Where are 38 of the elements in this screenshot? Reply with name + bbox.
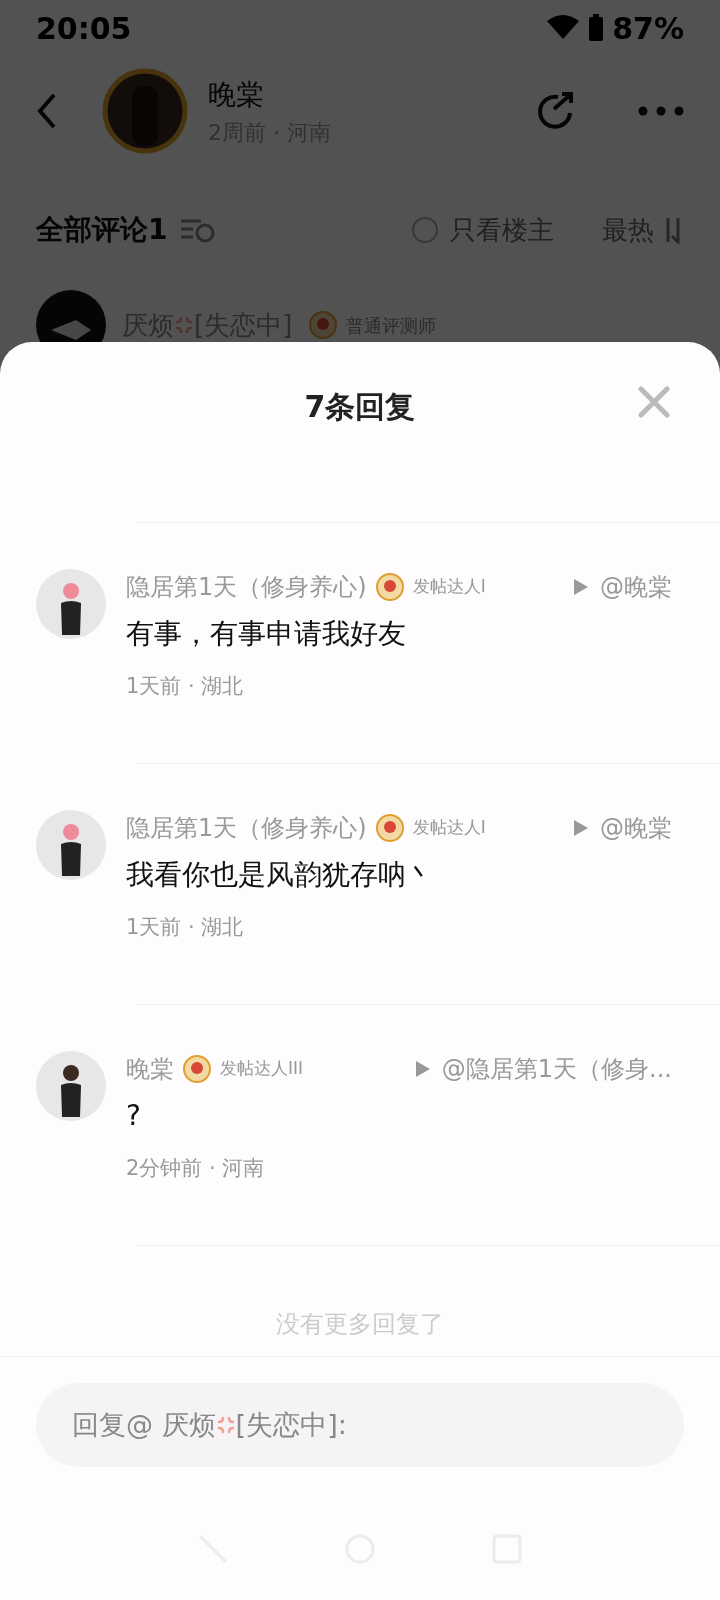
sheet-title: 7条回复 xyxy=(304,387,416,426)
comments-title: 全部评论1 xyxy=(36,212,168,248)
reply-text: ? xyxy=(126,1098,142,1134)
wifi-icon xyxy=(546,15,581,41)
play-icon xyxy=(415,1061,430,1077)
badge-icon xyxy=(182,1054,212,1084)
author-name: 晚棠 xyxy=(208,76,265,113)
user-title: 发帖达人I xyxy=(412,816,486,840)
reply-target[interactable]: @隐居第1天（修身... xyxy=(441,1051,672,1087)
status-time: 20:05 xyxy=(36,9,132,48)
battery-icon xyxy=(588,14,605,42)
anger-icon xyxy=(215,1415,236,1435)
reply-meta: 1天前 · 湖北 xyxy=(126,914,245,941)
replier-name: 晚棠 xyxy=(126,1054,174,1085)
more-icon[interactable] xyxy=(638,106,684,116)
reply-target[interactable]: @晚棠 xyxy=(600,569,672,605)
badge-icon xyxy=(374,572,405,602)
reply-text: 有事，有事申请我好友 xyxy=(126,616,407,652)
reply-meta: 1天前 · 湖北 xyxy=(126,673,245,700)
reply-target[interactable]: @晚棠 xyxy=(600,810,672,846)
back-icon[interactable] xyxy=(36,93,58,129)
reply-input[interactable]: 回复@ 厌烦 [失恋中]: xyxy=(36,1383,684,1467)
anger-icon xyxy=(174,315,194,335)
play-icon xyxy=(574,820,588,836)
replier-name: 隐居第1天（修身养心) xyxy=(126,813,367,844)
avatar xyxy=(36,810,106,880)
reply-meta: 2分钟前 · 河南 xyxy=(126,1155,266,1182)
badge-icon xyxy=(374,813,405,843)
close-icon[interactable] xyxy=(638,386,670,418)
avatar xyxy=(36,1051,106,1121)
battery-level: 87% xyxy=(612,9,684,48)
badge-icon xyxy=(308,310,339,340)
avatar xyxy=(36,569,106,639)
user-title: 发帖达人III xyxy=(220,1057,304,1081)
replier-name: 隐居第1天（修身养心) xyxy=(126,572,367,603)
play-icon xyxy=(574,579,588,595)
reply-text: 我看你也是风韵犹存呐丶 xyxy=(126,857,435,893)
user-title: 发帖达人I xyxy=(412,575,486,599)
